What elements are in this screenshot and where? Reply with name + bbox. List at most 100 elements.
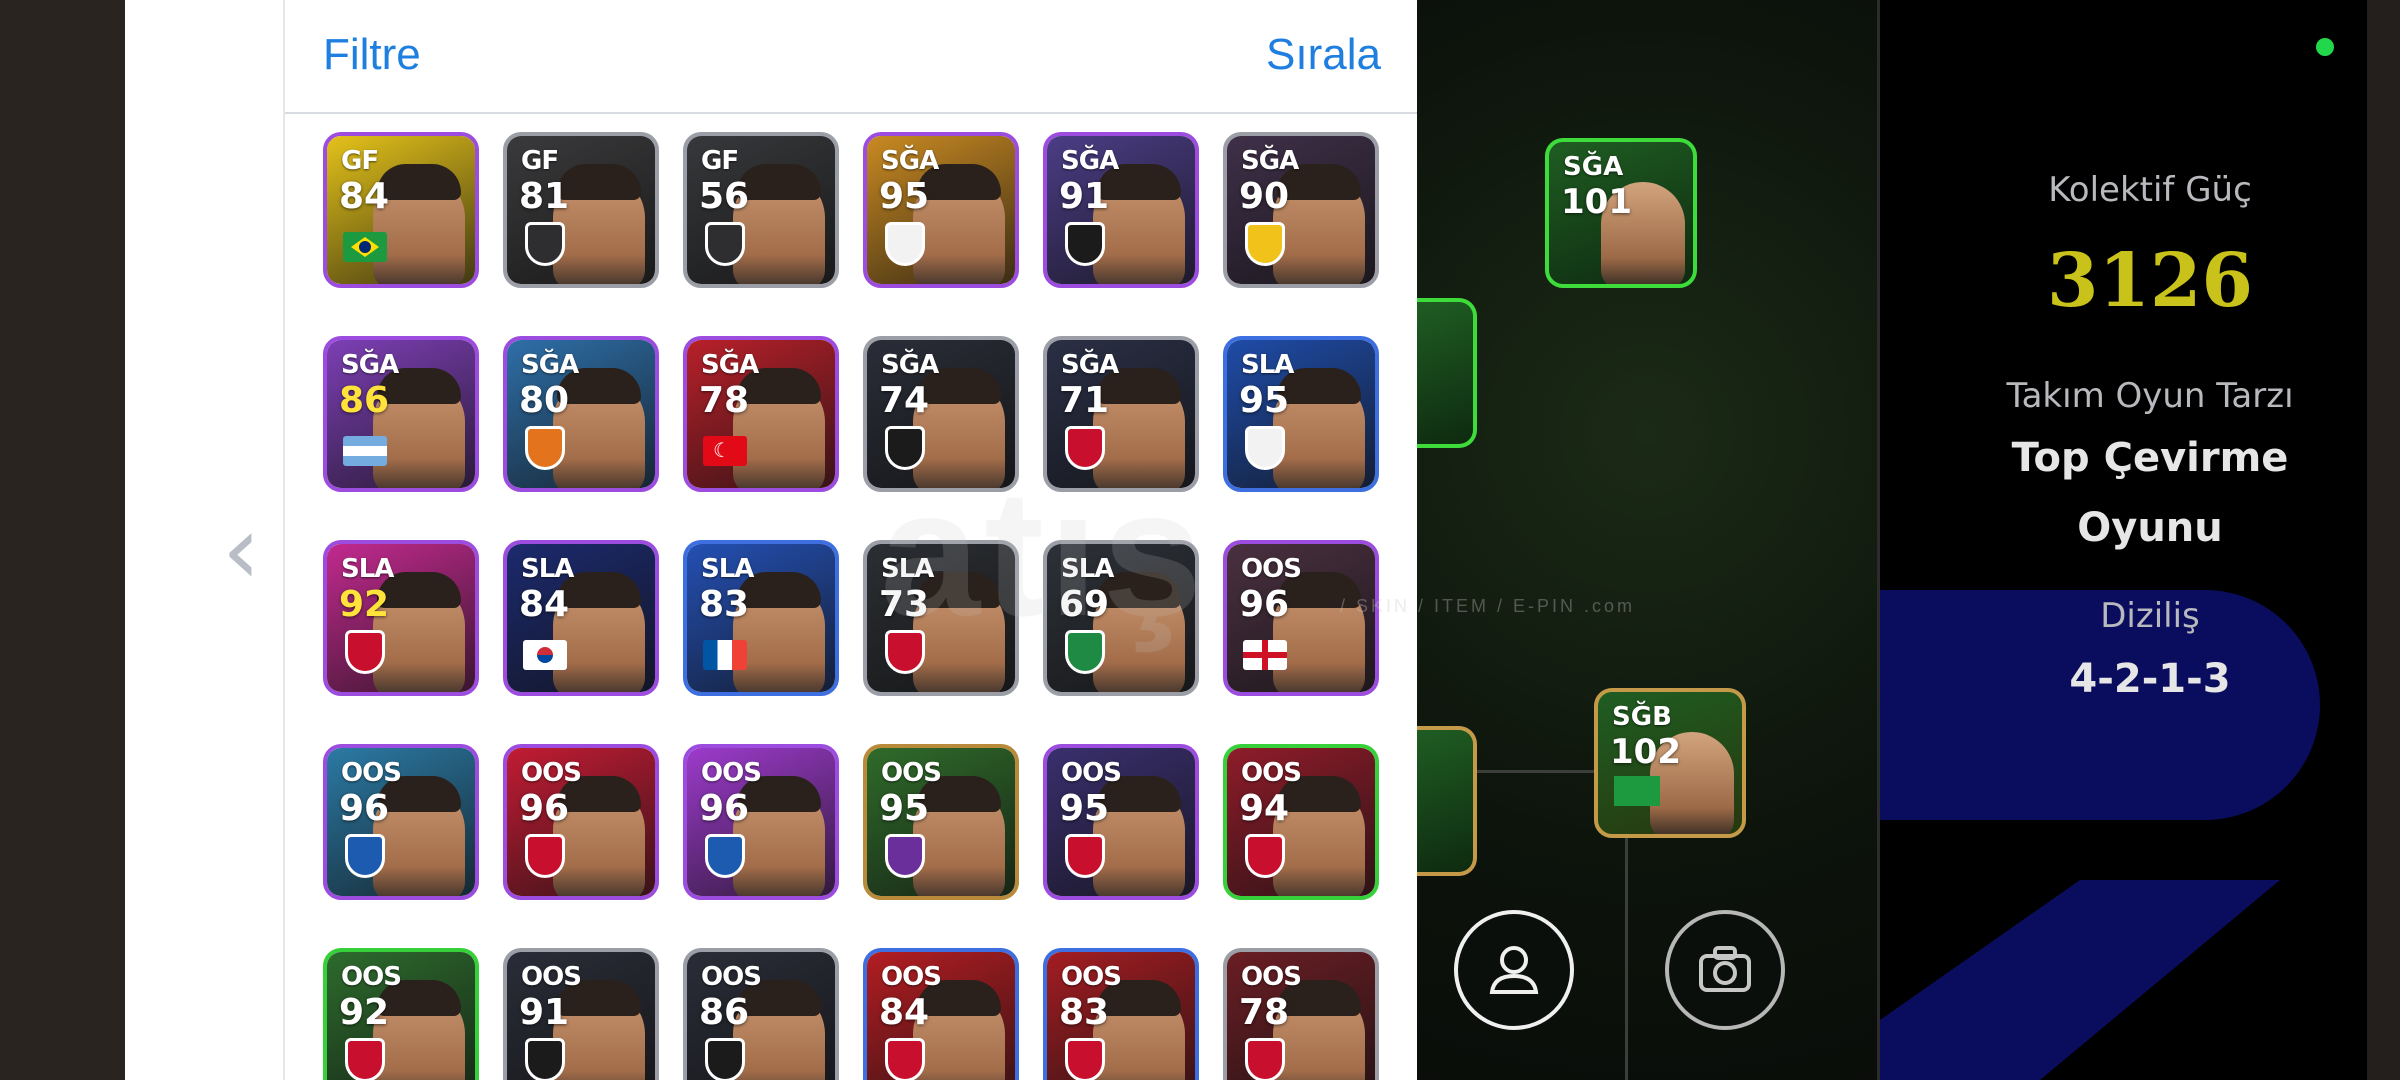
player-card[interactable]: OOS 96: [1223, 540, 1379, 696]
player-card[interactable]: OOS 94: [1223, 744, 1379, 900]
player-rating: 71: [1059, 380, 1110, 421]
player-card[interactable]: OOS 96: [683, 744, 839, 900]
player-card[interactable]: SLA 95: [1223, 336, 1379, 492]
player-rating: 91: [1059, 176, 1110, 217]
brazil-flag-icon: [343, 232, 387, 262]
player-position: OOS: [881, 962, 942, 992]
turkey-flag-icon: ☾: [703, 436, 747, 466]
club-crest-icon: [1245, 222, 1285, 266]
player-rating: 101: [1561, 182, 1632, 222]
player-card[interactable]: SĞA 91: [1043, 132, 1199, 288]
club-crest-icon: [525, 834, 565, 878]
player-card[interactable]: GF 84: [323, 132, 479, 288]
playstyle-value: Top Çevirme: [2011, 435, 2289, 481]
camera-icon: [1699, 946, 1751, 992]
club-crest-icon: [345, 630, 385, 674]
player-card[interactable]: SĞA 86: [323, 336, 479, 492]
england-flag-icon: [1243, 640, 1287, 670]
player-card[interactable]: OOS 83: [1043, 948, 1199, 1080]
club-crest-icon: [345, 1038, 385, 1080]
player-rating: 92: [339, 584, 390, 625]
player-rating: 81: [519, 176, 570, 217]
player-card[interactable]: SLA 83: [683, 540, 839, 696]
panel-header: Filtre Sırala: [285, 0, 1419, 114]
player-rating: 78: [699, 380, 750, 421]
player-position: OOS: [341, 962, 402, 992]
left-margin: [0, 0, 125, 1080]
player-card[interactable]: SĞA 80: [503, 336, 659, 492]
pitch-player-card[interactable]: SĞB 102: [1594, 688, 1746, 838]
player-rating: 84: [339, 176, 390, 217]
playstyle-value-line2: Oyunu: [2077, 505, 2223, 551]
player-rating: 56: [699, 176, 750, 217]
player-portrait-hair: [737, 164, 821, 200]
player-rating: 86: [339, 380, 390, 421]
player-position: SLA: [341, 554, 394, 584]
player-rating: 96: [339, 788, 390, 829]
argentina-flag-icon: [343, 436, 387, 466]
player-card[interactable]: OOS 86: [683, 948, 839, 1080]
player-card[interactable]: OOS 91: [503, 948, 659, 1080]
club-crest-icon: [1245, 1038, 1285, 1080]
playstyle-label: Takım Oyun Tarzı: [2006, 376, 2294, 416]
player-card[interactable]: GF 56: [683, 132, 839, 288]
profile-button[interactable]: [1454, 910, 1574, 1030]
player-card[interactable]: SĞA 90: [1223, 132, 1379, 288]
pitch-player-card[interactable]: SĞA 101: [1545, 138, 1697, 288]
formation-value[interactable]: 4-2-1-3: [1900, 644, 2400, 714]
player-position: OOS: [341, 758, 402, 788]
game-screen: ‹ Filtre Sırala GF 84 GF 81 GF 56 SĞA 95 SĞA 91 SĞ…: [0, 0, 2400, 1080]
player-rating: 86: [699, 992, 750, 1033]
player-card[interactable]: GF 81: [503, 132, 659, 288]
collective-power-label: Kolektif Güç: [2048, 170, 2252, 210]
player-card[interactable]: OOS 95: [1043, 744, 1199, 900]
player-position: SĞA: [701, 350, 759, 380]
player-position: SĞA: [1563, 152, 1624, 182]
pitch-player-card[interactable]: [1417, 726, 1477, 876]
player-card[interactable]: SLA 92: [323, 540, 479, 696]
chevron-left-icon[interactable]: ‹: [222, 498, 262, 602]
user-icon: [1489, 946, 1539, 994]
player-position: GF: [521, 146, 559, 176]
player-card[interactable]: OOS 96: [503, 744, 659, 900]
player-portrait-hair: [377, 164, 461, 200]
club-crest-icon: [525, 426, 565, 470]
player-rating: 84: [879, 992, 930, 1033]
player-card[interactable]: OOS 95: [863, 744, 1019, 900]
player-card[interactable]: SLA 84: [503, 540, 659, 696]
player-rating: 94: [1239, 788, 1290, 829]
status-indicator-icon: [2316, 38, 2334, 56]
watermark-subtext: / SKIN / ITEM / E-PIN .com: [1340, 596, 1636, 616]
player-position: OOS: [1241, 962, 1302, 992]
player-position: OOS: [1061, 962, 1122, 992]
player-card[interactable]: OOS 84: [863, 948, 1019, 1080]
screenshot-button[interactable]: [1665, 910, 1785, 1030]
player-position: GF: [341, 146, 379, 176]
side-gutter: ‹: [125, 0, 283, 1080]
player-card[interactable]: ☾ SĞA 78: [683, 336, 839, 492]
player-card[interactable]: OOS 92: [323, 948, 479, 1080]
player-rating: 90: [1239, 176, 1290, 217]
player-position: OOS: [1241, 554, 1302, 584]
player-rating: 95: [879, 788, 930, 829]
player-rating: 95: [879, 176, 930, 217]
player-position: GF: [701, 146, 739, 176]
player-position: SĞA: [881, 146, 939, 176]
player-card[interactable]: OOS 96: [323, 744, 479, 900]
club-crest-icon: [885, 834, 925, 878]
pitch-player-card[interactable]: [1417, 298, 1477, 448]
sort-button[interactable]: Sırala: [1266, 30, 1381, 80]
club-crest-icon: [705, 834, 745, 878]
player-rating: 74: [879, 380, 930, 421]
player-rating: 96: [519, 788, 570, 829]
player-rating: 92: [339, 992, 390, 1033]
filter-button[interactable]: Filtre: [323, 30, 421, 80]
player-card[interactable]: OOS 78: [1223, 948, 1379, 1080]
player-position: SĞA: [341, 350, 399, 380]
player-position: SĞA: [521, 350, 579, 380]
club-crest-icon: [885, 1038, 925, 1080]
club-crest-icon: [1245, 426, 1285, 470]
player-position: SĞA: [1061, 146, 1119, 176]
player-rating: 96: [1239, 584, 1290, 625]
player-card[interactable]: SĞA 95: [863, 132, 1019, 288]
